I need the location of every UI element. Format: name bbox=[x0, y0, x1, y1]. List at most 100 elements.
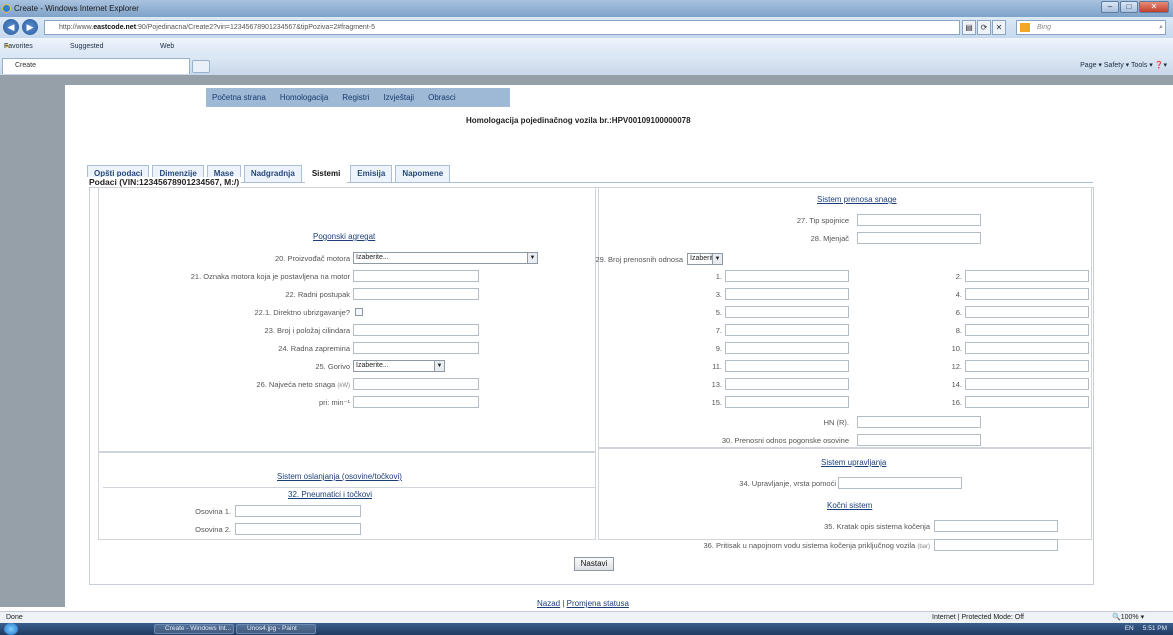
minimize-button[interactable]: – bbox=[1101, 1, 1119, 13]
address-buttons: ▤ ⟳ ✕ bbox=[962, 20, 1007, 35]
address-bar[interactable]: http://www.eastcode.net:90/Pojedinacna/C… bbox=[44, 20, 960, 35]
gear-ratio-input[interactable] bbox=[965, 306, 1089, 318]
axle-ratio-input[interactable] bbox=[857, 434, 981, 446]
gear-ratio-input[interactable] bbox=[965, 324, 1089, 336]
brake-pressure-input[interactable] bbox=[934, 539, 1058, 551]
menu-item-homologacija[interactable]: Homologacija bbox=[280, 93, 328, 102]
clutch-type-input[interactable] bbox=[857, 214, 981, 226]
gear-ratio-input[interactable] bbox=[965, 288, 1089, 300]
gear-ratio-input[interactable] bbox=[725, 324, 849, 336]
new-tab-button[interactable] bbox=[192, 60, 210, 73]
label-gear-ratio: 12. bbox=[951, 362, 962, 371]
start-button[interactable] bbox=[4, 623, 18, 635]
submit-button[interactable]: Nastavi bbox=[574, 557, 614, 571]
search-input[interactable]: Bing ⌕ bbox=[1016, 20, 1166, 35]
label-gear-ratio: 13. bbox=[711, 380, 722, 389]
close-button[interactable]: ✕ bbox=[1139, 1, 1169, 13]
taskbar-paint[interactable]: Unos4.jpg - Paint bbox=[236, 624, 316, 634]
menu-item-registri[interactable]: Registri bbox=[342, 93, 369, 102]
label-clutch-type: 27. Tip spojnice bbox=[796, 216, 849, 225]
label-gear-ratio: 6. bbox=[955, 308, 962, 317]
axle-1-input[interactable] bbox=[235, 505, 361, 517]
tab-nadgradnja[interactable]: Nadgradnja bbox=[243, 165, 302, 182]
site-menu: Početna strana Homologacija Registri Izv… bbox=[206, 88, 510, 107]
favorites-label: Favorites bbox=[4, 43, 33, 50]
security-zone[interactable]: Internet | Protected Mode: Off bbox=[932, 612, 1024, 623]
gear-ratio-input[interactable] bbox=[725, 378, 849, 390]
label-cylinders: 23. Broj i položaj cilindara bbox=[264, 326, 350, 335]
tab-sistemi[interactable]: Sistemi bbox=[304, 165, 348, 184]
chevron-down-icon: ▼ bbox=[712, 254, 722, 264]
maximize-button[interactable]: □ bbox=[1120, 1, 1138, 13]
address-toolbar: ◀ ▶ http://www.eastcode.net:90/Pojedinac… bbox=[0, 17, 1173, 38]
back-button[interactable]: ◀ bbox=[3, 19, 19, 35]
clock[interactable]: 5:51 PM bbox=[1143, 625, 1167, 632]
section-transmission: Sistem prenosa snage bbox=[817, 195, 897, 204]
label-axle-2: Osovina 2. bbox=[195, 525, 231, 534]
taskbar-ie[interactable]: Create - Windows Int... bbox=[154, 624, 234, 634]
label-engine-code: 21. Oznaka motora koja je postavljena na… bbox=[190, 272, 350, 281]
menu-item-pocetna[interactable]: Početna strana bbox=[212, 93, 266, 102]
gear-ratio-input[interactable] bbox=[725, 306, 849, 318]
gear-ratio-input[interactable] bbox=[965, 378, 1089, 390]
chevron-down-icon: ▼ bbox=[527, 253, 537, 263]
footer-links: Nazad | Promjena statusa bbox=[537, 599, 629, 608]
status-change-link[interactable]: Promjena statusa bbox=[567, 599, 629, 608]
gear-ratio-input[interactable] bbox=[725, 360, 849, 372]
gear-ratio-input[interactable] bbox=[725, 342, 849, 354]
section-tires: 32. Pneumatici i točkovi bbox=[288, 490, 373, 499]
engine-manufacturer-select[interactable]: Izaberite... ▼ bbox=[353, 252, 538, 264]
gear-ratio-input[interactable] bbox=[725, 288, 849, 300]
gear-ratio-input[interactable] bbox=[965, 270, 1089, 282]
browser-tab[interactable]: Create bbox=[2, 58, 190, 74]
engine-code-input[interactable] bbox=[353, 270, 479, 282]
browser-tab-title: Create bbox=[15, 62, 37, 69]
gearbox-input[interactable] bbox=[857, 232, 981, 244]
tab-emisija[interactable]: Emisija bbox=[350, 165, 393, 182]
gear-count-select[interactable]: Izaberite... ▼ bbox=[687, 253, 723, 265]
search-icon[interactable]: ⌕ bbox=[1159, 21, 1163, 34]
label-gear-ratio: 14. bbox=[951, 380, 962, 389]
axle-2-input[interactable] bbox=[235, 523, 361, 535]
footer-separator: | bbox=[562, 599, 565, 608]
back-link[interactable]: Nazad bbox=[537, 599, 560, 608]
fuel-select[interactable]: Izaberite... ▼ bbox=[353, 360, 445, 372]
gear-ratio-input[interactable] bbox=[725, 396, 849, 408]
label-gear-ratio: 1. bbox=[715, 272, 722, 281]
compat-view-icon[interactable]: ▤ bbox=[962, 20, 976, 35]
zoom-level[interactable]: 🔍100% ▾ bbox=[1112, 612, 1144, 623]
label-fuel: 25. Gorivo bbox=[315, 362, 350, 371]
cylinders-input[interactable] bbox=[353, 324, 479, 336]
reverse-ratio-input[interactable] bbox=[857, 416, 981, 428]
work-cycle-input[interactable] bbox=[353, 288, 479, 300]
steering-type-input[interactable] bbox=[838, 477, 962, 489]
gear-ratio-input[interactable] bbox=[965, 342, 1089, 354]
rpm-input[interactable] bbox=[353, 396, 479, 408]
section-brakes: Kočni sistem bbox=[827, 501, 873, 510]
window-titlebar: Create - Windows Internet Explorer – □ ✕ bbox=[0, 0, 1173, 17]
gear-ratio-input[interactable] bbox=[965, 396, 1089, 408]
refresh-icon[interactable]: ⟳ bbox=[977, 20, 991, 35]
menu-item-obrasci[interactable]: Obrasci bbox=[428, 93, 456, 102]
direct-injection-checkbox[interactable] bbox=[355, 308, 363, 316]
url-domain: eastcode.net bbox=[93, 24, 137, 31]
label-reverse: HN (R). bbox=[823, 418, 849, 427]
max-power-text: 26. Najveća neto snaga bbox=[256, 380, 336, 389]
label-gear-ratio: 8. bbox=[955, 326, 962, 335]
forward-button[interactable]: ▶ bbox=[22, 19, 38, 35]
label-axle-ratio: 30. Prenosni odnos pogonske osovine bbox=[721, 436, 849, 445]
brake-description-input[interactable] bbox=[934, 520, 1058, 532]
menu-item-izvjestaji[interactable]: Izvještaji bbox=[383, 93, 414, 102]
max-power-input[interactable] bbox=[353, 378, 479, 390]
tab-napomene[interactable]: Napomene bbox=[395, 165, 451, 182]
language-indicator[interactable]: EN bbox=[1125, 625, 1134, 632]
gear-ratio-input[interactable] bbox=[965, 360, 1089, 372]
label-brake-pressure: 36. Pritisak u napojnom vodu sistema koč… bbox=[703, 541, 930, 550]
command-bar[interactable]: Page ▾ Safety ▾ Tools ▾ ❓▾ bbox=[1080, 56, 1167, 75]
stop-icon[interactable]: ✕ bbox=[992, 20, 1006, 35]
gear-ratio-input[interactable] bbox=[725, 270, 849, 282]
displacement-input[interactable] bbox=[353, 342, 479, 354]
max-power-unit: (kW) bbox=[337, 383, 350, 389]
label-gear-ratio: 9. bbox=[715, 344, 722, 353]
fuel-value: Izaberite... bbox=[356, 362, 389, 369]
